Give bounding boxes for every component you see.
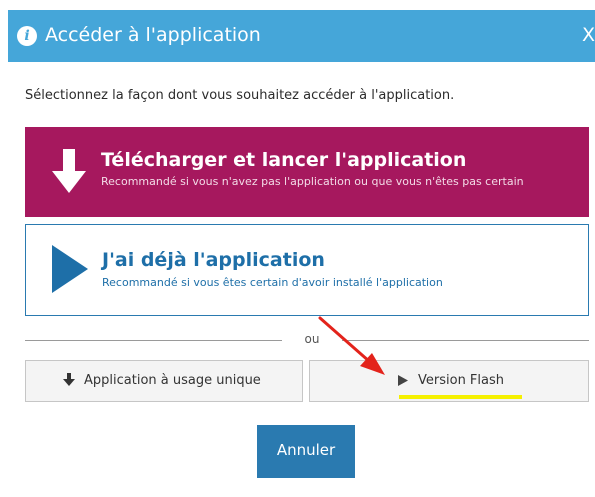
have-option-title: J'ai déjà l'application [102, 249, 325, 271]
have-option-subtitle: Recommandé si vous êtes certain d'avoir … [102, 276, 443, 289]
already-have-app-option[interactable]: J'ai déjà l'application Recommandé si vo… [25, 224, 589, 316]
download-arrow-icon [52, 149, 86, 193]
separator-line-right [342, 340, 589, 341]
download-option-title: Télécharger et lancer l'application [101, 149, 467, 171]
single-use-app-button[interactable]: Application à usage unique [25, 360, 303, 402]
download-and-launch-option[interactable]: Télécharger et lancer l'application Reco… [25, 127, 589, 217]
play-icon [52, 245, 88, 293]
single-use-button-label: Application à usage unique [84, 373, 261, 388]
close-icon[interactable]: X [582, 23, 595, 47]
play-icon [398, 375, 408, 386]
dialog-title-bar: i Accéder à l'application X [8, 10, 595, 62]
instruction-text: Sélectionnez la façon dont vous souhaite… [25, 88, 455, 103]
separator-text: ou [304, 332, 320, 346]
cancel-button-label: Annuler [276, 441, 336, 459]
separator-line-left [25, 340, 282, 341]
download-icon [63, 373, 75, 386]
dialog-title: Accéder à l'application [45, 24, 261, 46]
download-option-subtitle: Recommandé si vous n'avez pas l'applicat… [101, 175, 524, 188]
cancel-button[interactable]: Annuler [257, 425, 355, 478]
highlight-underline [399, 395, 522, 399]
or-separator: ou [25, 332, 589, 348]
flash-button-label: Version Flash [418, 373, 505, 388]
info-icon: i [17, 26, 37, 46]
access-application-dialog: i Accéder à l'application X Sélectionnez… [0, 0, 595, 497]
